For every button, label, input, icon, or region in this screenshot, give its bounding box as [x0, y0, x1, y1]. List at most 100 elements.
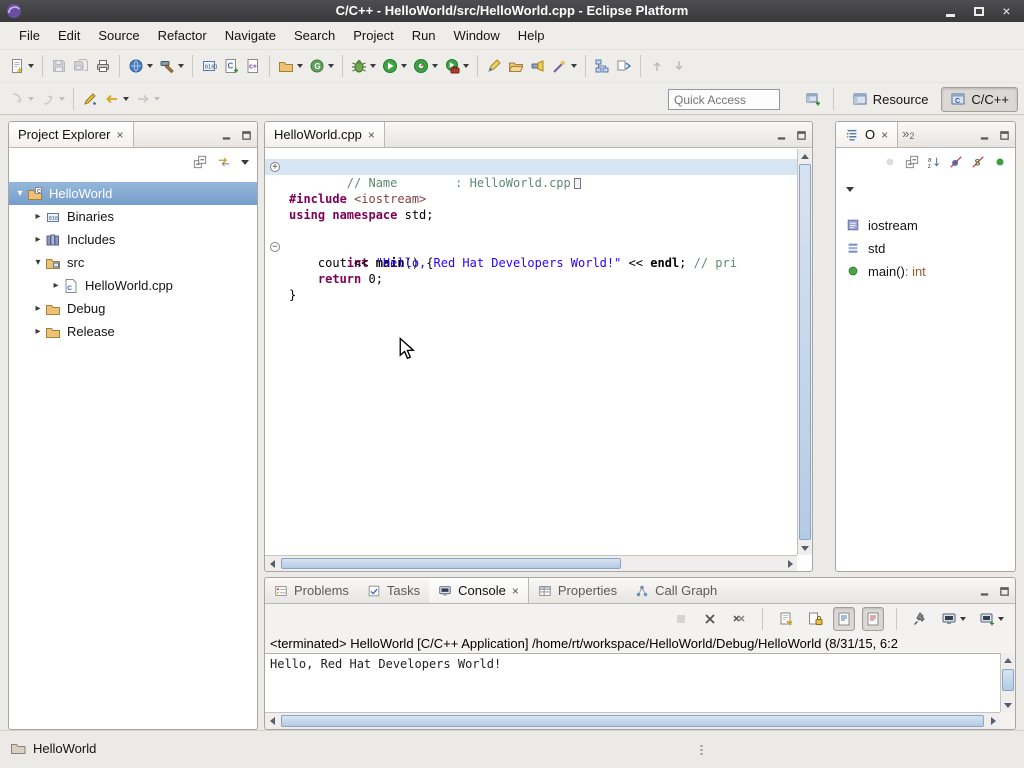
external-tools-button[interactable] [441, 53, 472, 79]
maximize-view-button[interactable] [241, 130, 252, 141]
close-icon[interactable]: × [512, 585, 519, 597]
fold-collapse-icon[interactable]: − [270, 242, 280, 252]
show-console-stdout-toggle[interactable] [833, 607, 855, 631]
previous-annotation-button[interactable] [37, 86, 68, 112]
tab-call-graph[interactable]: Call Graph [626, 578, 726, 603]
menu-window[interactable]: Window [445, 24, 509, 47]
menu-refactor[interactable]: Refactor [149, 24, 216, 47]
tree-item-src[interactable]: ▾ src [9, 251, 257, 274]
wizard-wand-button[interactable] [549, 53, 580, 79]
next-marker-button[interactable] [668, 53, 690, 79]
tab-helloworld-cpp[interactable]: HelloWorld.cpp × [265, 122, 385, 147]
print-button[interactable] [92, 53, 114, 79]
link-with-editor-button[interactable] [217, 155, 231, 169]
menu-search[interactable]: Search [285, 24, 344, 47]
close-icon[interactable]: × [116, 129, 123, 141]
tab-problems[interactable]: Problems [265, 578, 358, 603]
outline-item-main[interactable]: main() : int [836, 260, 1015, 283]
collapse-arrow-icon[interactable]: ▸ [31, 211, 45, 222]
scroll-down-button[interactable] [798, 541, 812, 555]
forward-button[interactable] [132, 86, 163, 112]
next-annotation-button[interactable] [6, 86, 37, 112]
display-console-button[interactable] [938, 607, 969, 631]
scroll-right-button[interactable] [783, 557, 797, 571]
collapse-arrow-icon[interactable]: ▸ [31, 326, 45, 337]
new-class-button[interactable]: C [220, 53, 242, 79]
maximize-view-button[interactable] [796, 130, 807, 141]
perspective-resource-button[interactable]: Resource [843, 87, 938, 112]
new-wizard-button[interactable] [6, 53, 37, 79]
tab-project-explorer[interactable]: Project Explorer × [9, 122, 134, 147]
menu-file[interactable]: File [10, 24, 49, 47]
expand-arrow-icon[interactable]: ▾ [31, 257, 45, 268]
open-perspective-button[interactable] [802, 86, 824, 112]
menu-source[interactable]: Source [89, 24, 148, 47]
clear-console-button[interactable] [775, 607, 797, 631]
remove-launch-button[interactable] [699, 607, 721, 631]
outline-item-std[interactable]: std [836, 237, 1015, 260]
binary-console-button[interactable]: 0101 [198, 53, 220, 79]
collapse-arrow-icon[interactable]: ▸ [49, 280, 63, 291]
last-edit-location-button[interactable] [79, 86, 101, 112]
hide-non-public-button[interactable] [993, 155, 1007, 169]
launch-config-button[interactable]: G [306, 53, 337, 79]
tree-item-includes[interactable]: ▸ Includes [9, 228, 257, 251]
run-button[interactable] [379, 53, 410, 79]
minimize-view-button[interactable] [979, 130, 990, 141]
minimize-view-button[interactable] [776, 130, 787, 141]
scroll-left-button[interactable] [265, 557, 279, 571]
profile-button[interactable] [410, 53, 441, 79]
fold-expand-icon[interactable]: + [270, 162, 280, 172]
show-console-stderr-toggle[interactable] [862, 607, 884, 631]
menu-edit[interactable]: Edit [49, 24, 89, 47]
build-all-button[interactable] [156, 53, 187, 79]
tree-item-debug[interactable]: ▸ Debug [9, 297, 257, 320]
scroll-down-button[interactable] [1001, 698, 1015, 712]
scroll-up-button[interactable] [1001, 653, 1015, 667]
quick-access-input[interactable] [668, 89, 780, 110]
menu-project[interactable]: Project [344, 24, 402, 47]
tab-tasks[interactable]: Tasks [358, 578, 429, 603]
type-hierarchy-button[interactable] [591, 53, 613, 79]
scrollbar-thumb[interactable] [281, 715, 984, 727]
maximize-view-button[interactable] [999, 130, 1010, 141]
mark-occurrences-button[interactable] [483, 53, 505, 79]
perspective-cpp-button[interactable]: C C/C++ [941, 87, 1018, 112]
prev-marker-button[interactable] [646, 53, 668, 79]
minimize-view-button[interactable] [221, 130, 232, 141]
tab-outline[interactable]: O × [836, 122, 898, 147]
more-views-chevron[interactable]: » 2 [898, 122, 918, 147]
hide-fields-button[interactable] [949, 155, 963, 169]
outline-view-menu-button[interactable] [846, 187, 854, 192]
save-all-button[interactable] [70, 53, 92, 79]
collapse-arrow-icon[interactable]: ▸ [31, 303, 45, 314]
window-minimize-button[interactable] [943, 4, 958, 19]
scrollbar-thumb[interactable] [281, 558, 621, 569]
scrollbar-thumb[interactable] [1002, 669, 1014, 691]
window-maximize-button[interactable] [971, 4, 986, 19]
view-menu-button[interactable] [241, 160, 249, 165]
close-icon[interactable]: × [368, 129, 375, 141]
expand-arrow-icon[interactable]: ▾ [13, 188, 27, 199]
tree-item-helloworld[interactable]: ▾ C HelloWorld [9, 182, 257, 205]
scroll-up-button[interactable] [798, 149, 812, 163]
new-project-button[interactable] [125, 53, 156, 79]
new-source-file-button[interactable]: c+ [242, 53, 264, 79]
sort-button[interactable]: az [927, 155, 941, 169]
pin-console-button[interactable] [909, 607, 931, 631]
code-area[interactable]: +// Name : HelloWorld.cpp #include <iost… [265, 149, 797, 555]
maximize-view-button[interactable] [999, 586, 1010, 597]
remove-all-launches-button[interactable] [728, 607, 750, 631]
collapse-all-button[interactable] [193, 155, 207, 169]
console-vertical-scrollbar[interactable] [1000, 653, 1015, 712]
debug-button[interactable] [348, 53, 379, 79]
include-browser-button[interactable] [613, 53, 635, 79]
scroll-right-button[interactable] [986, 714, 1000, 728]
tree-item-helloworld-cpp[interactable]: ▸ C HelloWorld.cpp [9, 274, 257, 297]
search-button[interactable] [527, 53, 549, 79]
open-type-button[interactable] [275, 53, 306, 79]
scroll-lock-button[interactable] [804, 607, 826, 631]
close-icon[interactable]: × [881, 129, 888, 141]
console-horizontal-scrollbar[interactable] [265, 712, 1000, 729]
tree-item-release[interactable]: ▸ Release [9, 320, 257, 343]
